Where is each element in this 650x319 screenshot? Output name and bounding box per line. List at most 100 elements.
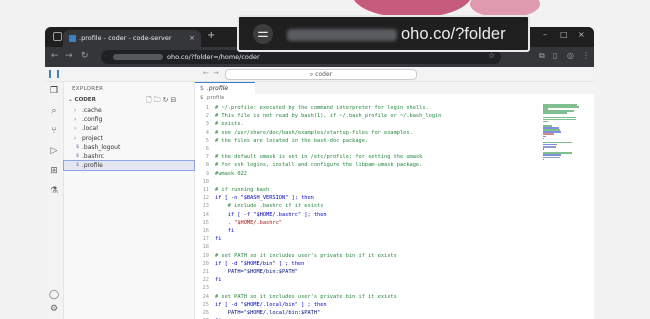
code-line[interactable]: 2 # This file is not read by bash(1), if …: [195, 112, 535, 120]
workspace-folder-title[interactable]: ⌄ CODER: [68, 97, 96, 103]
code-line[interactable]: 6: [195, 145, 535, 153]
tree-folder[interactable]: › .local: [64, 124, 194, 133]
sidebar-icon[interactable]: ▯: [553, 51, 557, 60]
extensions-icon[interactable]: ⧉: [539, 51, 545, 61]
accounts-icon[interactable]: ◯: [49, 290, 59, 300]
vscode-favicon-icon: [69, 35, 76, 42]
line-number: 25: [202, 301, 209, 308]
code-text: PATH="$HOME/.local/bin:$PATH": [215, 310, 321, 316]
code-line[interactable]: 26 PATH="$HOME/.local/bin:$PATH": [195, 309, 535, 317]
line-number: 2: [205, 113, 209, 120]
code-line[interactable]: 25 if [ -d "$HOME/.local/bin" ] ; then: [195, 301, 535, 309]
command-center[interactable]: ⌕ coder: [225, 69, 417, 80]
code-line[interactable]: 11 # if running bash: [195, 186, 535, 194]
line-number: 6: [205, 146, 209, 152]
code-line[interactable]: 1 # ~/.profile: executed by the command i…: [195, 104, 535, 112]
manage-gear-icon[interactable]: ⚙: [49, 304, 59, 314]
minimap[interactable]: [543, 104, 581, 164]
code-line[interactable]: 19 # set PATH so it includes user's priva…: [195, 252, 535, 260]
app-menu-icon[interactable]: [49, 70, 59, 78]
line-number: 22: [202, 277, 209, 284]
nav-forward-icon[interactable]: →: [213, 69, 219, 77]
code-line[interactable]: 13 # include .bashrc if it exists: [195, 202, 535, 210]
chevron-right-icon: ›: [74, 125, 77, 133]
vscode-workbench: ← → ⌕ coder ❐ ⌕ ⑂ ▷ ⊞ ⚗ ◯ ⚙ EXPLORER ⌄ C…: [45, 67, 594, 319]
source-control-icon[interactable]: ⑂: [49, 126, 59, 136]
forward-button[interactable]: →: [65, 51, 73, 61]
testing-icon[interactable]: ⚗: [49, 186, 59, 196]
tree-file[interactable]: $ .bashrc: [64, 152, 194, 161]
code-line[interactable]: 8 # for ssh logins, install and configure…: [195, 161, 535, 169]
code-line[interactable]: 20 if [ -d "$HOME/bin" ] ; then: [195, 260, 535, 268]
maximize-button[interactable]: □: [560, 30, 568, 39]
line-number: 18: [202, 244, 209, 251]
nav-back-icon[interactable]: ←: [203, 69, 209, 77]
vscode-titlebar: ← → ⌕ coder: [45, 67, 594, 82]
activity-bar: ❐ ⌕ ⑂ ▷ ⊞ ⚗ ◯ ⚙: [45, 82, 64, 319]
code-text: fi: [215, 228, 235, 234]
reload-button[interactable]: ↻: [81, 51, 89, 61]
code-text: fi: [215, 277, 222, 284]
code-line[interactable]: 10: [195, 178, 535, 186]
address-bar[interactable]: oho.co/?folder=/home/coder: [101, 50, 501, 64]
url-zoom-callout: ⚌ oho.co/?folder: [237, 15, 530, 52]
code-line[interactable]: 22 fi: [195, 276, 535, 284]
code-line[interactable]: 21 PATH="$HOME/bin:$PATH": [195, 268, 535, 276]
code-line[interactable]: 5 # the files are located in the bash-doc…: [195, 137, 535, 145]
tree-folder[interactable]: › .config: [64, 115, 194, 124]
workspace-folder-label: CODER: [74, 97, 96, 103]
tree-file[interactable]: $ .profile: [63, 160, 195, 172]
line-number: 16: [202, 228, 209, 234]
new-tab-button[interactable]: +: [207, 30, 215, 41]
close-window-button[interactable]: ×: [578, 30, 585, 39]
code-line[interactable]: 12 if [ -n "$BASH_VERSION" ]; then: [195, 194, 535, 202]
run-debug-icon[interactable]: ▷: [49, 146, 59, 156]
explorer-header: EXPLORER: [72, 86, 104, 92]
browser-menu-icon[interactable]: ⋮: [582, 51, 590, 60]
callout-url: oho.co/?folder: [401, 25, 506, 43]
code-text: # include .bashrc if it exists: [215, 203, 324, 210]
tree-folder[interactable]: › .cache: [64, 106, 194, 115]
tree-folder[interactable]: › project: [64, 134, 194, 143]
file-icon: $: [76, 143, 80, 150]
code-text: # for ssh logins, install and configure …: [215, 162, 423, 169]
code-line[interactable]: 7 # the default umask is set in /etc/prof…: [195, 153, 535, 161]
code-line[interactable]: 3 # exists.: [195, 120, 535, 128]
code-line[interactable]: 24 # set PATH so it includes user's priva…: [195, 293, 535, 301]
profile-icon[interactable]: ◎: [567, 51, 574, 60]
minimize-button[interactable]: –: [543, 30, 547, 39]
editor-tab-profile[interactable]: $ .profile: [195, 82, 255, 94]
browser-tab[interactable]: .profile - coder - code-server ×: [63, 30, 201, 47]
file-icon: $: [200, 85, 204, 92]
line-number: 20: [202, 260, 209, 267]
code-line[interactable]: 9 #umask 022: [195, 170, 535, 178]
code-text: # the files are located in the bash-doc …: [215, 137, 369, 144]
back-button[interactable]: ←: [51, 51, 59, 61]
code-line[interactable]: 16 fi: [195, 227, 535, 235]
tab-search-icon[interactable]: [53, 32, 62, 41]
code-line[interactable]: 15 . "$HOME/.bashrc": [195, 219, 535, 227]
line-number: 24: [202, 293, 209, 300]
code-line[interactable]: 23: [195, 284, 535, 292]
minimap-line: [543, 112, 567, 114]
minimap-line: [543, 120, 548, 123]
code-text: if [ -d "$HOME/.local/bin" ] ; then: [215, 301, 327, 308]
tab-close-icon[interactable]: ×: [189, 30, 195, 47]
star-icon[interactable]: ☆: [488, 51, 495, 60]
breadcrumb[interactable]: $ .profile: [200, 95, 224, 101]
line-number: 14: [202, 211, 209, 218]
code-line[interactable]: 14 if [ -f "$HOME/.bashrc" ]; then: [195, 211, 535, 219]
browser-window: .profile - coder - code-server × + – □ ×…: [45, 27, 594, 319]
tree-file[interactable]: $ .bash_logout: [64, 143, 194, 152]
explorer-icon[interactable]: ❐: [49, 86, 59, 96]
line-number: 3: [205, 121, 209, 128]
code-line[interactable]: 18: [195, 243, 535, 251]
code-text: # This file is not read by bash(1), if ~…: [215, 113, 442, 120]
search-icon[interactable]: ⌕: [49, 106, 59, 116]
line-number: 17: [202, 236, 209, 243]
code-line[interactable]: 4 # see /usr/share/doc/bash/examples/star…: [195, 129, 535, 137]
chevron-right-icon: ›: [74, 134, 77, 142]
code-line[interactable]: 17 fi: [195, 235, 535, 243]
extensions-view-icon[interactable]: ⊞: [49, 166, 59, 176]
minimap-line: [543, 158, 544, 161]
